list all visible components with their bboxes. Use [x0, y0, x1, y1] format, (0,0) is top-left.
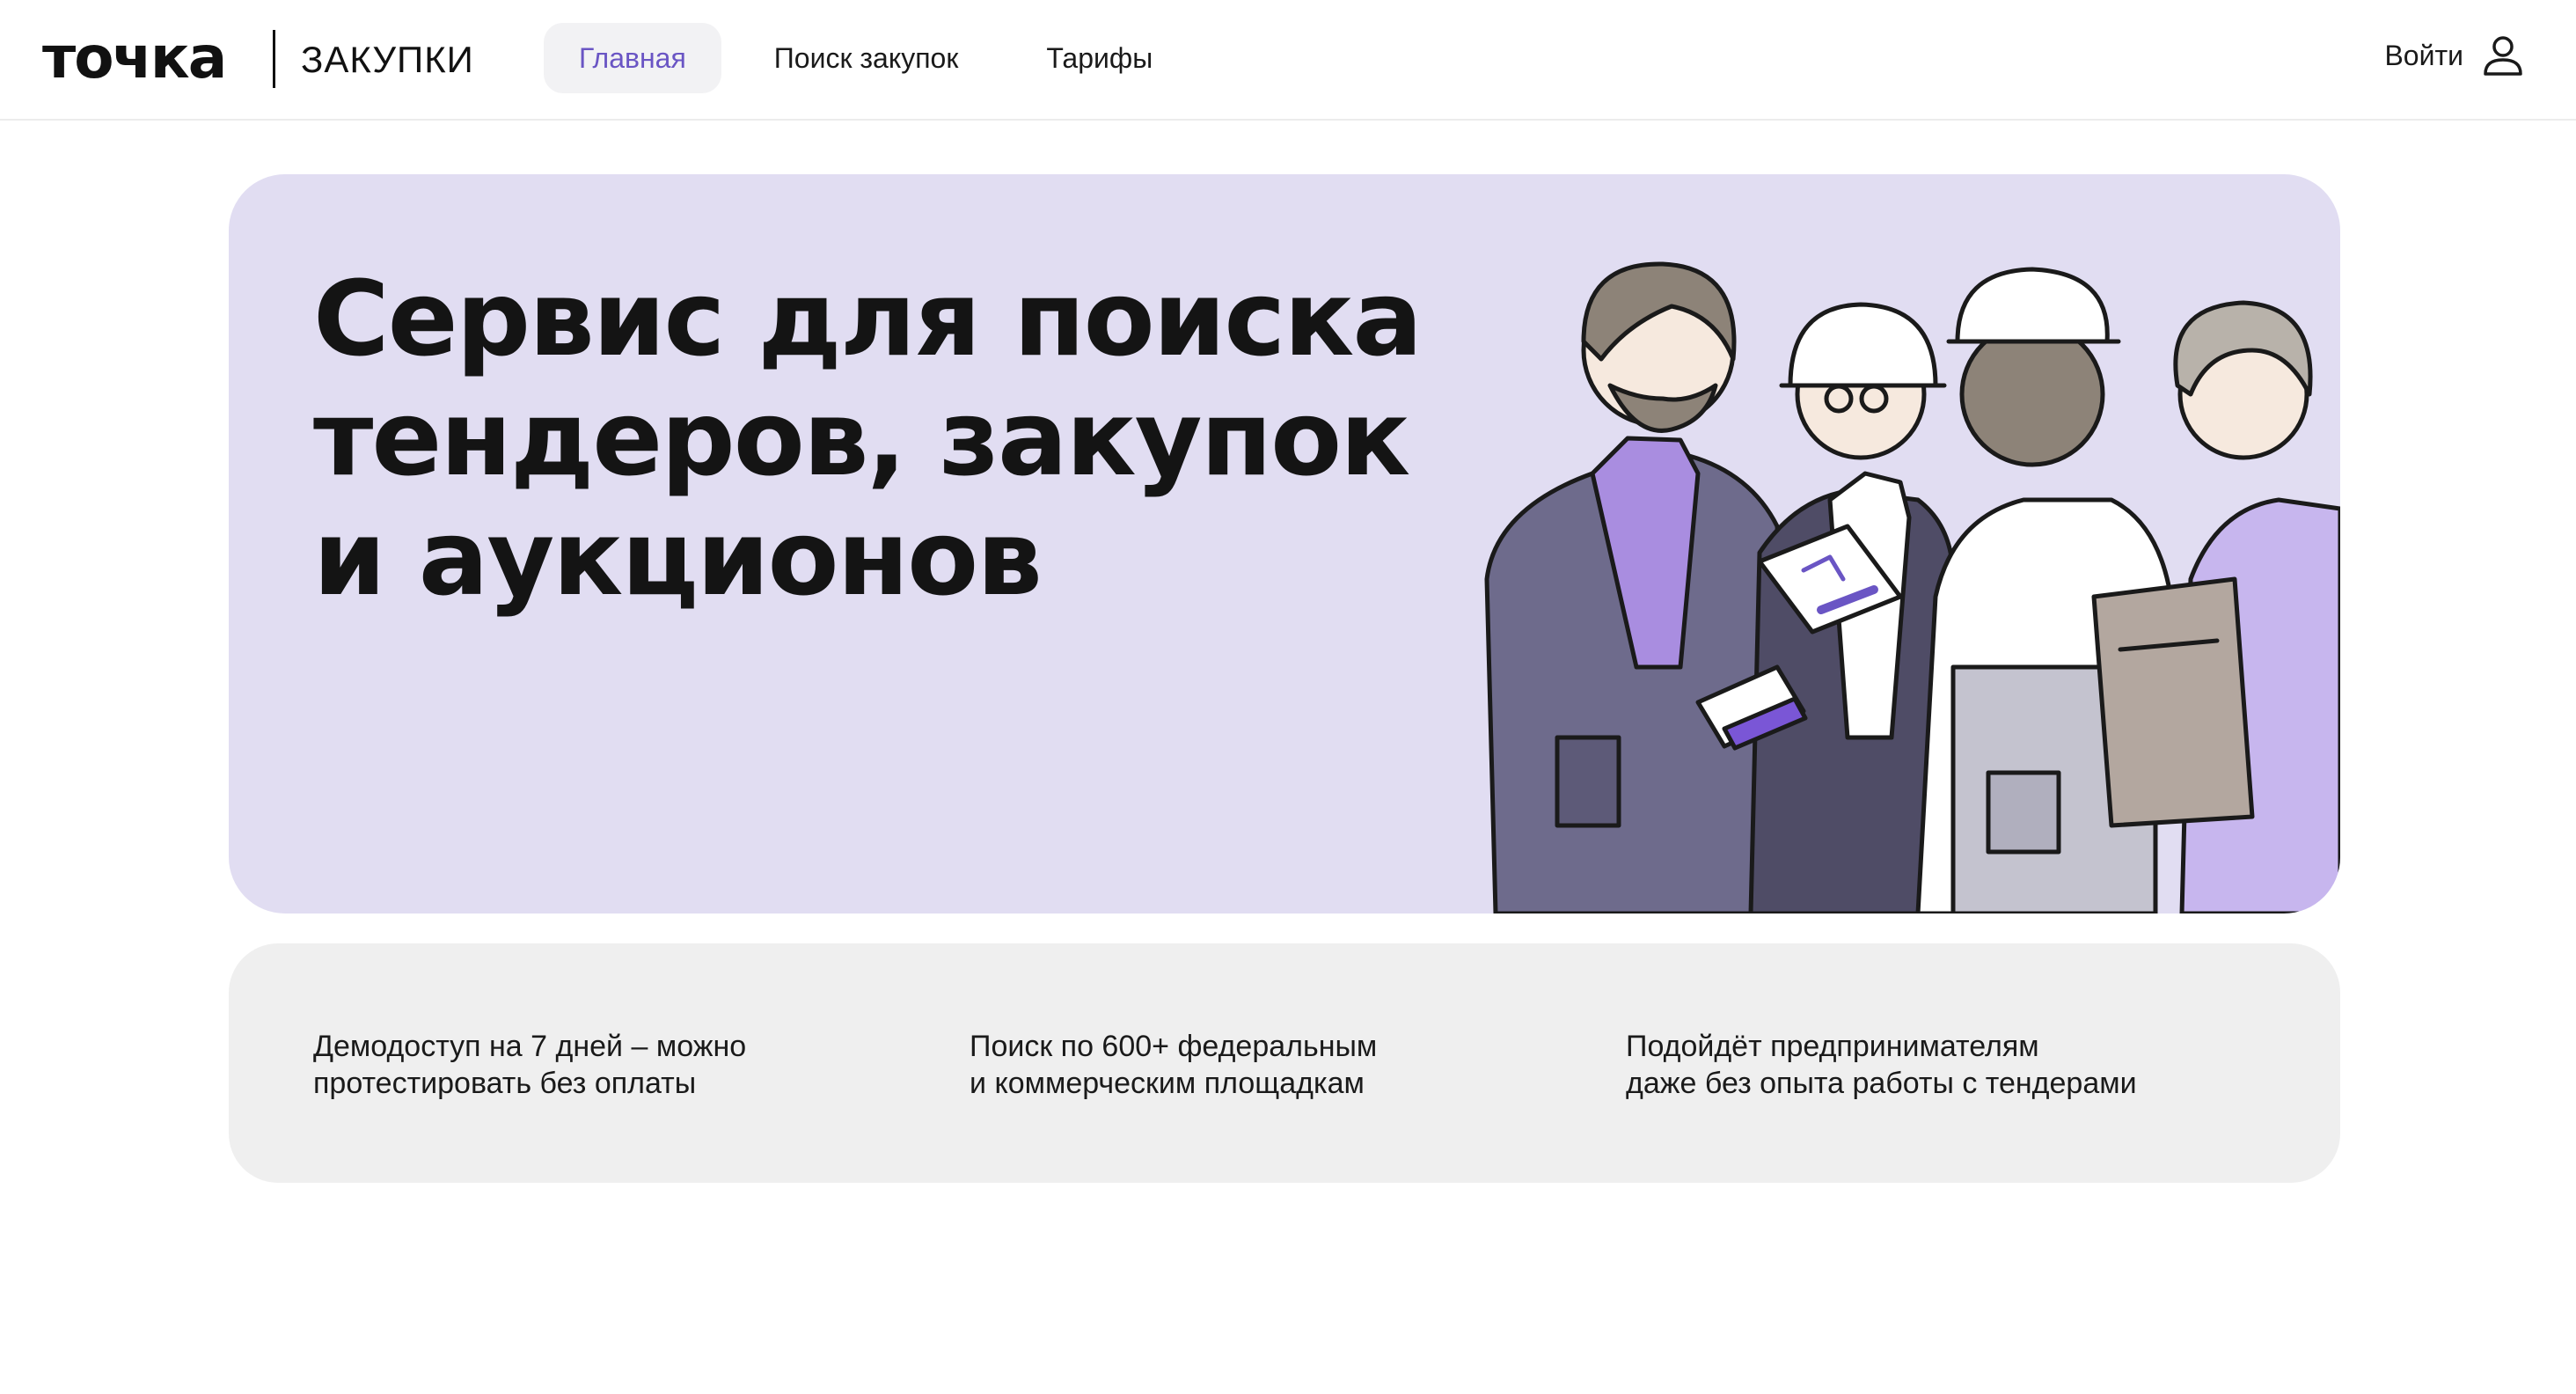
feature-platforms: Поиск по 600+ федеральным и коммерческим… — [970, 1030, 1378, 1100]
people-illustration — [1484, 261, 2340, 913]
nav-item-tariffs[interactable]: Тарифы — [1011, 23, 1188, 93]
hero-title: Сервис для поиска тендеров, закупок и ау… — [313, 258, 1423, 619]
login-label: Войти — [2384, 39, 2463, 71]
login-button[interactable]: Войти — [2384, 32, 2527, 79]
nav-item-search[interactable]: Поиск закупок — [739, 23, 994, 93]
features-strip: Демодоступ на 7 дней – можно протестиров… — [229, 943, 2340, 1183]
user-icon — [2484, 36, 2522, 76]
hero-banner: Сервис для поиска тендеров, закупок и ау… — [229, 174, 2340, 913]
feature-demo-access: Демодоступ на 7 дней – можно протестиров… — [313, 1030, 747, 1100]
logo-divider — [273, 30, 275, 88]
brand-product-name[interactable]: ЗАКУПКИ — [301, 37, 474, 83]
top-header: точка ЗАКУПКИ Главная Поиск закупок Тари… — [0, 0, 2576, 121]
nav-item-home[interactable]: Главная — [544, 23, 721, 93]
feature-no-experience: Подойдёт предпринимателям даже без опыта… — [1626, 1030, 2137, 1100]
main-nav: Главная Поиск закупок Тарифы — [544, 23, 1188, 93]
brand-logo[interactable]: точка — [42, 26, 227, 90]
